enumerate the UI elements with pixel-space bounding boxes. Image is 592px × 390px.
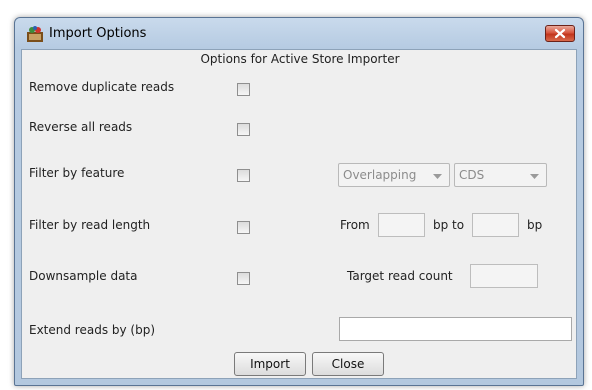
filter-length-checkbox[interactable] xyxy=(237,221,250,234)
dialog-content: Options for Active Store Importer Remove… xyxy=(21,49,577,379)
chevron-down-icon xyxy=(433,174,442,179)
import-button[interactable]: Import xyxy=(234,352,306,376)
app-icon xyxy=(27,26,43,42)
downsample-label: Downsample data xyxy=(29,269,138,283)
import-options-dialog: Import Options Options for Active Store … xyxy=(14,17,584,386)
close-button[interactable]: Close xyxy=(312,352,384,376)
max-length-input[interactable] xyxy=(472,213,519,237)
target-read-count-input[interactable] xyxy=(470,264,538,288)
title-bar[interactable]: Import Options xyxy=(15,18,583,49)
min-length-input[interactable] xyxy=(378,213,425,237)
window-title: Import Options xyxy=(49,26,147,41)
target-read-count-label: Target read count xyxy=(347,269,453,283)
reverse-reads-checkbox[interactable] xyxy=(237,123,250,136)
filter-feature-label: Filter by feature xyxy=(29,166,125,180)
chevron-down-icon xyxy=(530,174,539,179)
extend-reads-label: Extend reads by (bp) xyxy=(29,323,156,337)
reverse-reads-label: Reverse all reads xyxy=(29,120,133,134)
overlap-mode-select[interactable]: Overlapping xyxy=(338,163,450,187)
downsample-checkbox[interactable] xyxy=(237,272,250,285)
dialog-heading: Options for Active Store Importer xyxy=(200,52,400,66)
length-to-label: bp to xyxy=(433,218,465,232)
remove-duplicates-checkbox[interactable] xyxy=(237,83,250,96)
filter-length-label: Filter by read length xyxy=(29,218,151,232)
length-unit-label: bp xyxy=(527,218,543,232)
filter-feature-checkbox[interactable] xyxy=(237,169,250,182)
feature-type-select[interactable]: CDS xyxy=(454,163,547,187)
extend-reads-input[interactable] xyxy=(339,317,572,341)
close-window-button[interactable] xyxy=(545,25,575,42)
feature-type-value: CDS xyxy=(459,168,485,182)
close-icon xyxy=(554,28,566,39)
length-from-label: From xyxy=(340,218,370,232)
overlap-mode-value: Overlapping xyxy=(343,168,417,182)
remove-duplicates-label: Remove duplicate reads xyxy=(29,80,175,94)
